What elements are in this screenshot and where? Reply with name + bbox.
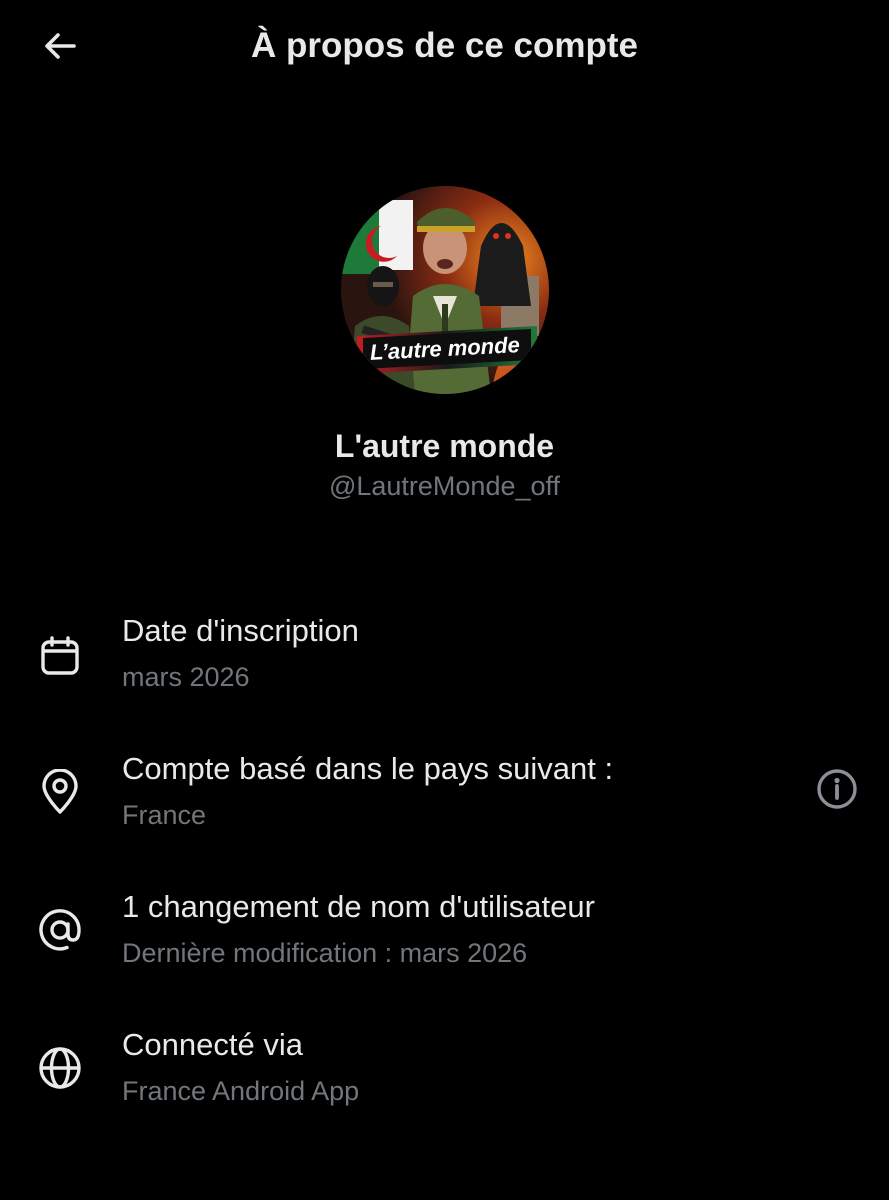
account-country-label: Compte basé dans le pays suivant : <box>122 751 614 786</box>
display-name: L'autre monde <box>334 428 555 464</box>
country-info-button[interactable] <box>812 766 862 816</box>
at-sign-icon <box>36 906 84 954</box>
username-changes-label: 1 changement de nom d'utilisateur <box>122 889 595 924</box>
page-title: À propos de ce compte <box>250 26 639 65</box>
about-account-page: À propos de ce compte L’autre monde L'au… <box>0 0 889 1200</box>
info-icon <box>815 767 859 816</box>
join-date-row: Date d'inscription mars 2026 <box>0 606 889 716</box>
join-date-value: mars 2026 <box>122 662 250 692</box>
username-changes-value: Dernière modification : mars 2026 <box>122 938 528 968</box>
account-country-row: Compte basé dans le pays suivant : Franc… <box>0 744 889 854</box>
avatar[interactable]: L’autre monde <box>341 186 549 394</box>
calendar-icon <box>36 633 84 681</box>
username-handle: @LautreMonde_off <box>328 471 561 501</box>
globe-icon <box>36 1044 84 1092</box>
join-date-label: Date d'inscription <box>122 613 359 648</box>
connected-via-label: Connecté via <box>122 1027 303 1062</box>
location-pin-icon <box>36 768 84 816</box>
connected-via-value: France Android App <box>122 1076 360 1106</box>
connected-via-row: Connecté via France Android App <box>0 1020 889 1130</box>
account-country-value: France <box>122 800 207 830</box>
username-changes-row: 1 changement de nom d'utilisateur Derniè… <box>0 882 889 992</box>
